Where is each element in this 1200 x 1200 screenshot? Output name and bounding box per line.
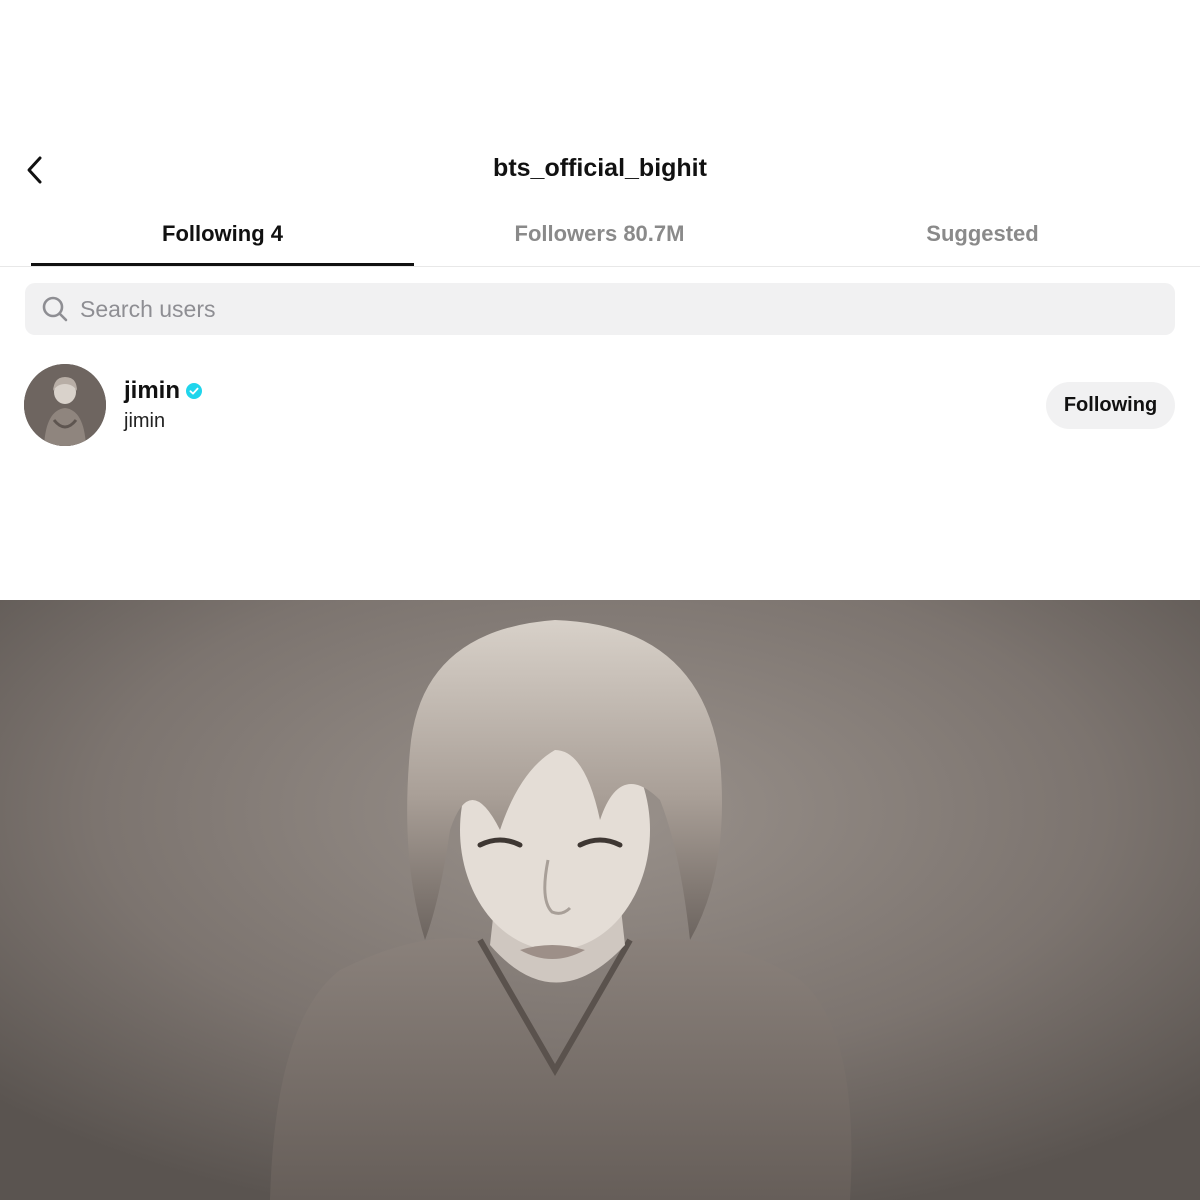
search-input[interactable] bbox=[78, 294, 1132, 324]
search-bar[interactable] bbox=[25, 283, 1175, 335]
list-item[interactable]: jimin jimin Following bbox=[0, 360, 1200, 450]
active-tab-indicator bbox=[31, 263, 414, 266]
username-text: jimin bbox=[124, 377, 181, 404]
page-title: bts_official_bighit bbox=[493, 154, 707, 182]
tab-bar: Following 4 Followers 80.7M Suggested bbox=[0, 203, 1200, 267]
following-list-screen: bts_official_bighit Following 4 Follower… bbox=[0, 0, 1200, 600]
tab-following[interactable]: Following 4 bbox=[31, 203, 414, 265]
tab-followers[interactable]: Followers 80.7M bbox=[408, 203, 791, 265]
avatar[interactable] bbox=[24, 364, 106, 446]
user-info: jimin jimin bbox=[124, 376, 203, 433]
verified-badge-icon bbox=[186, 383, 203, 399]
following-button[interactable]: Following bbox=[1046, 382, 1175, 429]
header: bts_official_bighit bbox=[0, 140, 1200, 200]
search-icon bbox=[40, 294, 70, 324]
display-name: jimin bbox=[124, 410, 166, 432]
tab-suggested[interactable]: Suggested bbox=[791, 203, 1174, 265]
username: jimin bbox=[124, 376, 203, 406]
portrait-photo bbox=[0, 600, 1200, 1200]
